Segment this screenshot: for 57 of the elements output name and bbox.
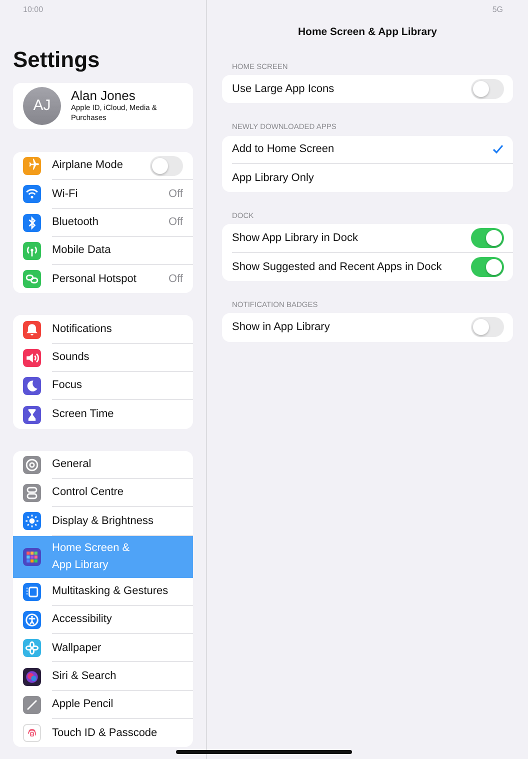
option-row[interactable]: App Library Only (232, 164, 513, 192)
item-label: Wallpaper (52, 640, 102, 656)
sidebar-item[interactable]: Siri & Search (13, 662, 193, 691)
row-label: Show in App Library (232, 320, 331, 336)
item-label: Bluetooth (52, 214, 100, 230)
toggle-switch[interactable] (471, 79, 504, 100)
sidebar-item[interactable]: Personal Hotspot Off (13, 265, 193, 294)
item-label: Wi-Fi (52, 186, 79, 202)
sidebar-item[interactable]: General (13, 450, 193, 479)
sidebar-item[interactable]: Airplane Mode (13, 152, 193, 180)
time-text: 10:00 (23, 4, 44, 16)
item-label: Siri & Search (52, 668, 118, 684)
sidebar-item[interactable]: Wallpaper (13, 634, 193, 662)
item-label: Screen Time (52, 407, 115, 422)
item-label: Home Screen & App Library (52, 541, 131, 573)
item-value: Off (168, 214, 183, 230)
item-label: Display & Brightness (52, 514, 154, 529)
sidebar-item[interactable]: Mobile Data (13, 236, 193, 266)
item-label: Notifications (52, 322, 113, 337)
item-label: Focus (52, 378, 83, 394)
sidebar-item[interactable]: Sounds (13, 344, 193, 372)
toggle-switch[interactable] (150, 156, 183, 176)
toggle-switch[interactable] (471, 317, 504, 338)
sidebar-item[interactable]: Multitasking & Gestures (13, 578, 193, 606)
sidebar-item[interactable]: Control Centre (13, 478, 193, 508)
sidebar-item[interactable]: Screen Time (13, 400, 193, 429)
row-label: Show Suggested and Recent Apps in Dock (232, 260, 443, 275)
item-label: Apple Pencil (52, 697, 114, 712)
option-row[interactable]: Add to Home Screen (232, 136, 513, 164)
sidebar-item[interactable]: Focus (13, 372, 193, 400)
network-text: 5G (492, 4, 503, 16)
item-label: Personal Hotspot (52, 272, 138, 288)
item-label: Accessibility (52, 612, 113, 628)
item-value: Off (168, 272, 183, 288)
item-label: Touch ID & Passcode (52, 726, 158, 741)
profile-name: Alan Jones (71, 89, 136, 104)
sidebar-item[interactable]: Accessibility (13, 606, 193, 634)
sidebar-item[interactable]: Notifications (13, 315, 193, 344)
item-label: Sounds (52, 350, 90, 366)
nav-title: Home Screen & App Library (296, 25, 438, 40)
sidebar-item[interactable]: Wi-Fi Off (13, 180, 193, 209)
item-label: Multitasking & Gestures (52, 584, 170, 599)
toggle-switch[interactable] (471, 228, 504, 248)
sidebar-item[interactable]: Touch ID & Passcode (13, 719, 193, 748)
row-label: Show App Library in Dock (232, 230, 359, 246)
avatar-initials: AJ (23, 87, 61, 125)
sidebar-item[interactable]: Bluetooth Off (13, 208, 193, 237)
item-label: Mobile Data (52, 243, 112, 258)
row-label: Use Large App Icons (232, 82, 336, 97)
item-value: Off (168, 186, 183, 202)
item-label: Airplane Mode (52, 158, 124, 174)
page-title: Settings (13, 49, 101, 71)
item-label: General (52, 457, 92, 472)
checkmark-icon (492, 143, 504, 156)
item-label: Control Centre (52, 485, 125, 500)
sidebar-item[interactable]: Apple Pencil (13, 690, 193, 720)
toggle-switch[interactable] (471, 256, 504, 277)
